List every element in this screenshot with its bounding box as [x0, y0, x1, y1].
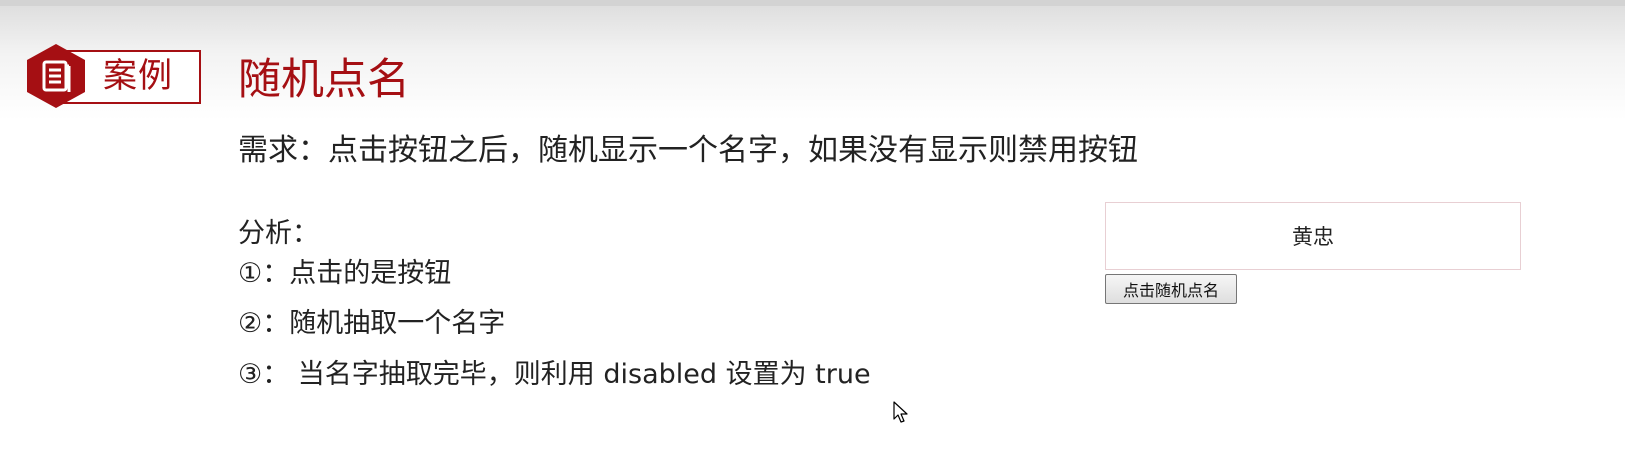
analysis-heading: 分析： — [238, 218, 319, 249]
random-call-button[interactable]: 点击随机点名 — [1105, 274, 1237, 304]
document-icon — [27, 44, 85, 108]
case-badge: 案例 — [27, 44, 201, 108]
requirement-text: 需求：点击按钮之后，随机显示一个名字，如果没有显示则禁用按钮 — [238, 133, 1138, 168]
case-badge-label: 案例 — [103, 56, 173, 96]
name-display-text: 黄忠 — [1292, 225, 1334, 249]
analysis-step-3: ③： 当名字抽取完毕，则利用 disabled 设置为 true — [238, 359, 871, 390]
mouse-pointer-icon — [893, 401, 908, 423]
analysis-step-1: ①：点击的是按钮 — [238, 258, 452, 289]
name-display-box: 黄忠 — [1105, 202, 1521, 270]
analysis-step-2: ②：随机抽取一个名字 — [238, 308, 506, 339]
page-title: 随机点名 — [238, 55, 410, 105]
top-divider — [0, 0, 1625, 6]
